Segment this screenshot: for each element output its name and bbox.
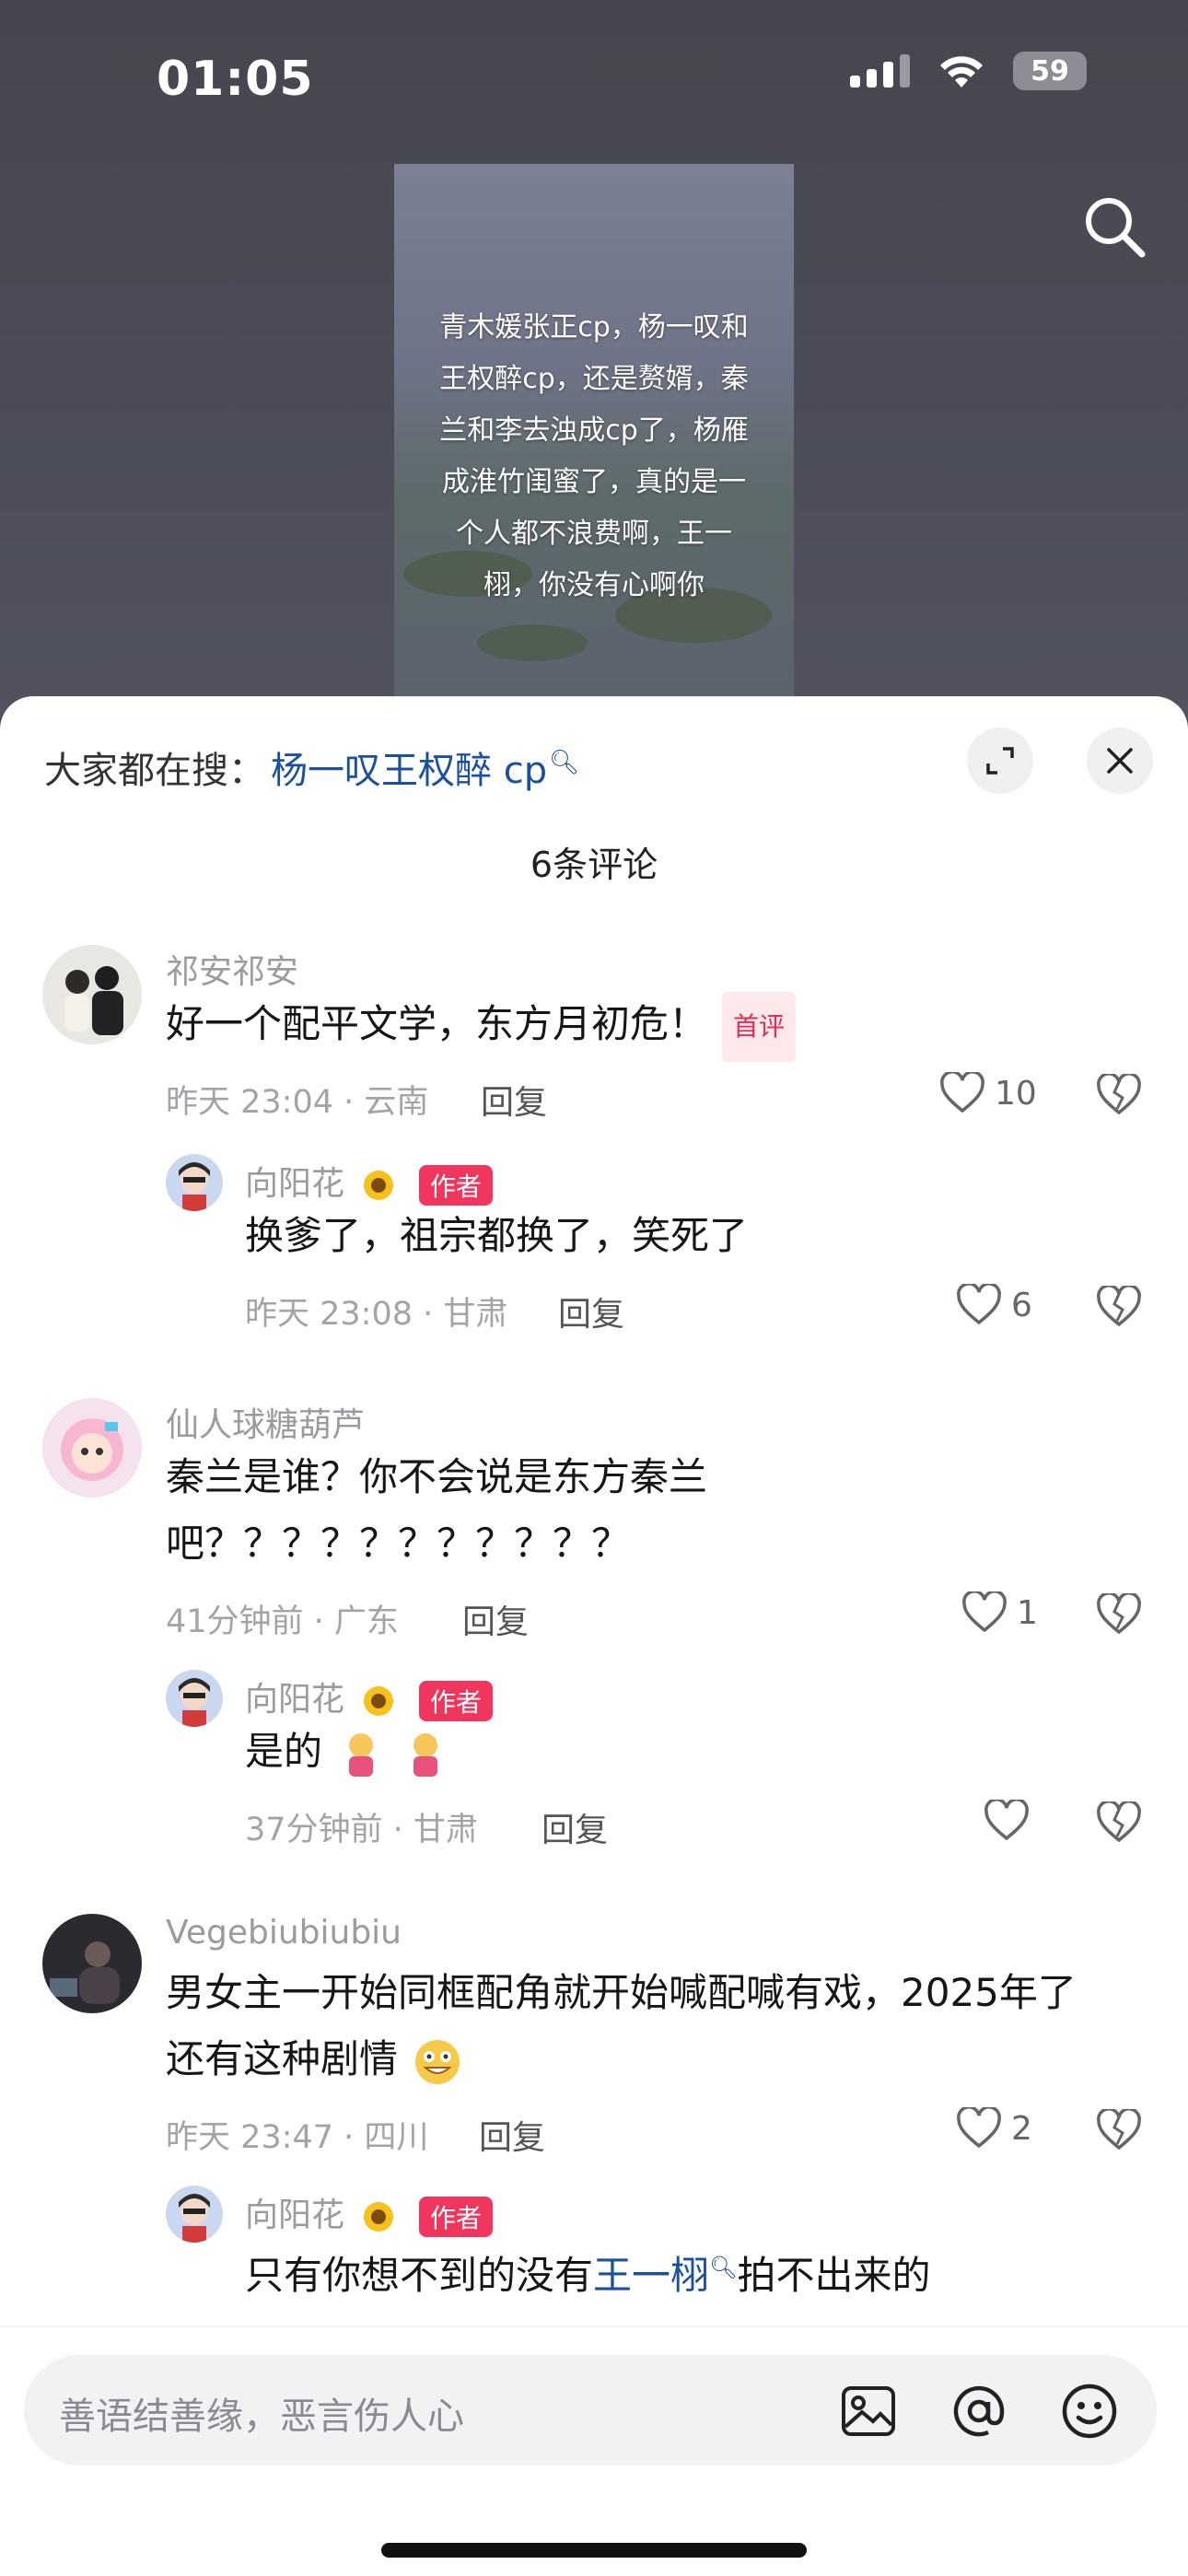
avatar[interactable] — [166, 2186, 223, 2243]
heart-icon — [962, 1591, 1007, 1633]
like-count: 1 — [1017, 1593, 1038, 1632]
comment-input[interactable]: 善语结善缘，恶言伤人心 — [24, 2355, 1157, 2465]
at-icon[interactable] — [949, 2381, 1009, 2442]
like-count: 10 — [995, 1074, 1037, 1113]
search-icon: 🔍︎ — [549, 748, 580, 776]
emoji-icon[interactable] — [1059, 2381, 1120, 2442]
author-tag: 作者 — [418, 1681, 493, 1721]
sunflower-icon — [364, 2202, 394, 2232]
emoji-sticker-icon — [413, 1732, 437, 1777]
close-button[interactable] — [1087, 728, 1153, 794]
username[interactable]: 向阳花 作者 — [245, 1673, 493, 1721]
keyword-link[interactable]: 王一栩🔍︎ — [593, 2253, 737, 2298]
comment-sheet: 大家都在搜： 杨一叹王权醉 cp🔍︎ 6条评论 祁安祁安 好一个配平文学，东方月… — [0, 696, 1188, 2575]
like-button[interactable]: 10 — [939, 1072, 1037, 1114]
sunflower-icon — [364, 1686, 394, 1716]
reply-button[interactable]: 回复 — [542, 1803, 608, 1851]
username[interactable]: 向阳花 作者 — [245, 1157, 493, 1206]
comment-meta: 昨天 23:04 · 云南 — [166, 1084, 429, 1121]
comment-text: 是的 — [245, 1719, 447, 1785]
hot-search: 大家都在搜： 杨一叹王权醉 cp🔍︎ — [44, 740, 579, 794]
author-tag: 作者 — [418, 1165, 493, 1206]
emoji-sticker-icon — [349, 1732, 374, 1777]
search-icon[interactable] — [1079, 192, 1149, 262]
broken-heart-icon[interactable] — [1096, 2109, 1142, 2151]
video-background: 01:05 59 青木媛张正cp，杨一叹和王权醉cp，还是赘婿，秦兰和李去浊成c… — [0, 0, 1188, 718]
like-button[interactable]: 2 — [956, 2107, 1032, 2150]
image-icon[interactable] — [838, 2381, 899, 2442]
comment-input-bar: 善语结善缘，恶言伤人心 — [0, 2326, 1188, 2576]
comment-item: 仙人球糖葫芦 秦兰是谁？你不会说是东方秦兰 吧？？？？？？？？？？？ 41分钟前… — [0, 1398, 1188, 1914]
avatar[interactable] — [42, 1914, 142, 2013]
video-thumbnail[interactable]: 青木媛张正cp，杨一叹和王权醉cp，还是赘婿，秦兰和李去浊成cp了，杨雁成淮竹闺… — [394, 164, 794, 718]
comment-meta: 昨天 23:08 · 甘肃 — [245, 1296, 508, 1333]
video-caption: 青木媛张正cp，杨一叹和王权醉cp，还是赘婿，秦兰和李去浊成cp了，杨雁成淮竹闺… — [439, 311, 749, 601]
broken-heart-icon[interactable] — [1096, 1074, 1142, 1116]
search-icon: 🔍︎ — [709, 2255, 738, 2280]
heart-icon — [957, 2107, 1001, 2149]
hot-search-label: 大家都在搜： — [44, 750, 265, 792]
comment-meta: 37分钟前 · 甘肃 — [245, 1812, 478, 1848]
comment-item: 祁安祁安 好一个配平文学，东方月初危！ 首评 昨天 23:04 · 云南 回复 1… — [0, 945, 1188, 1424]
heart-icon — [984, 1800, 1029, 1841]
like-button[interactable]: 1 — [961, 1591, 1038, 1634]
heart-icon — [940, 1072, 984, 1113]
broken-heart-icon[interactable] — [1096, 1286, 1142, 1328]
expand-icon — [986, 747, 1014, 775]
signal-icon — [850, 54, 910, 87]
avatar[interactable] — [166, 1154, 223, 1211]
home-indicator — [381, 2543, 807, 2558]
comment-text: 只有你想不到的没有王一栩🔍︎拍不出来的 — [245, 2253, 931, 2298]
comment-text: 秦兰是谁？你不会说是东方秦兰 吧？？？？？？？？？？？ — [166, 1454, 708, 1566]
author-tag: 作者 — [418, 2197, 493, 2237]
comment-meta: 41分钟前 · 广东 — [166, 1603, 399, 1640]
username[interactable]: 仙人球糖葫芦 — [166, 1398, 365, 1446]
sunflower-icon — [364, 1171, 394, 1200]
battery-level: 59 — [1031, 54, 1069, 87]
broken-heart-icon[interactable] — [1096, 1593, 1142, 1636]
like-count: 2 — [1011, 2109, 1032, 2148]
like-button[interactable] — [984, 1800, 1030, 1842]
status-time: 01:05 — [157, 52, 314, 107]
like-button[interactable]: 6 — [956, 1284, 1032, 1326]
heart-icon — [957, 1284, 1001, 1325]
username[interactable]: Vegebiubiubiu — [166, 1914, 402, 1952]
wifi-icon — [940, 56, 983, 87]
username[interactable]: 祁安祁安 — [166, 945, 298, 993]
grin-emoji-icon — [415, 2039, 460, 2084]
input-placeholder: 善语结善缘，恶言伤人心 — [59, 2395, 464, 2438]
reply-button[interactable]: 回复 — [479, 2111, 545, 2159]
username[interactable]: 向阳花 作者 — [245, 2188, 493, 2237]
expand-button[interactable] — [967, 728, 1033, 794]
hot-search-link[interactable]: 杨一叹王权醉 cp🔍︎ — [271, 740, 579, 794]
battery-icon: 59 — [1013, 52, 1087, 90]
first-comment-badge: 首评 — [722, 991, 797, 1062]
broken-heart-icon[interactable] — [1096, 1801, 1142, 1844]
close-icon — [1107, 748, 1133, 774]
reply-button[interactable]: 回复 — [558, 1288, 624, 1335]
comment-text: 换爹了，祖宗都换了，笑死了 — [245, 1213, 749, 1258]
comment-item: Vegebiubiubiu 男女主一开始同框配角就开始喊配喊有戏，2025年了 … — [0, 1914, 1188, 2337]
avatar[interactable] — [42, 1398, 142, 1498]
comment-text: 男女主一开始同框配角就开始喊配喊有戏，2025年了 还有这种剧情 — [166, 1960, 1077, 2092]
avatar[interactable] — [42, 945, 142, 1044]
comment-count: 6条评论 — [530, 845, 658, 885]
like-count: 6 — [1011, 1286, 1032, 1324]
status-icons: 59 — [850, 52, 1087, 90]
reply-button[interactable]: 回复 — [462, 1595, 529, 1643]
comment-text: 好一个配平文学，东方月初危！ 首评 — [166, 991, 797, 1062]
reply-button[interactable]: 回复 — [481, 1076, 547, 1124]
comment-meta: 昨天 23:47 · 四川 — [166, 2119, 429, 2156]
avatar[interactable] — [166, 1670, 223, 1727]
